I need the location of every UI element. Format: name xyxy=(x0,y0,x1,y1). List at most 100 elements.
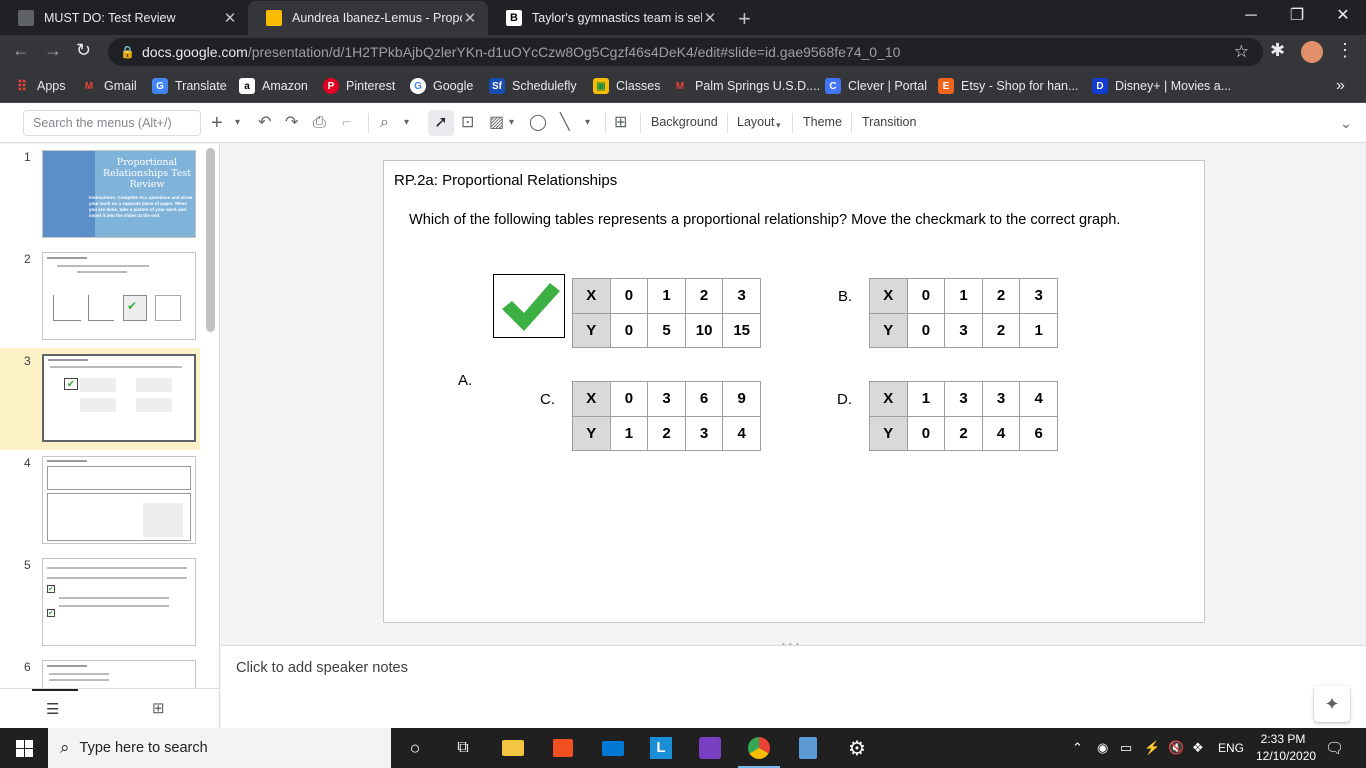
file-explorer-icon[interactable] xyxy=(489,728,537,768)
task-view-icon[interactable]: ⧉ xyxy=(439,728,487,768)
new-tab-icon[interactable]: + xyxy=(738,6,751,32)
current-slide[interactable]: RP.2a: Proportional Relationships Which … xyxy=(383,160,1205,623)
layout-dropdown-icon[interactable]: ▾ xyxy=(776,115,781,135)
bookmark-gmail[interactable]: M Gmail xyxy=(81,76,137,96)
extensions-icon[interactable]: ✱ xyxy=(1270,40,1285,61)
battery-icon[interactable]: ▭ xyxy=(1120,728,1132,768)
clock[interactable]: 2:33 PM 12/10/2020 xyxy=(1256,731,1316,765)
chrome-menu-icon[interactable]: ⋮ xyxy=(1336,40,1354,61)
chrome-icon[interactable] xyxy=(735,728,783,768)
bookmark-pinterest[interactable]: P Pinterest xyxy=(323,76,395,96)
start-button[interactable] xyxy=(0,728,48,768)
checkmark-box[interactable] xyxy=(493,274,565,338)
mail-icon[interactable] xyxy=(589,728,637,768)
label-b[interactable]: B. xyxy=(838,288,852,305)
bookmark-apps[interactable]: ⠿ Apps xyxy=(14,76,66,96)
dropbox-icon[interactable]: ❖ xyxy=(1192,728,1204,768)
filmstrip-scrollbar[interactable] xyxy=(206,148,215,332)
microsoft-store-icon[interactable] xyxy=(539,728,587,768)
line-icon[interactable]: ╲ xyxy=(560,113,570,133)
bookmark-translate[interactable]: G Translate xyxy=(152,76,227,96)
browser-tab-1[interactable]: MUST DO: Test Review ✕ xyxy=(0,0,248,35)
shape-icon[interactable]: ◯ xyxy=(529,113,547,133)
new-slide-icon[interactable]: + xyxy=(211,113,223,133)
table-a[interactable]: X 0 1 2 3 Y 0 5 10 15 xyxy=(572,278,761,348)
undo-icon[interactable]: ↶ xyxy=(258,113,271,133)
bookmark-palm-springs[interactable]: M Palm Springs U.S.D.... xyxy=(672,76,820,96)
label-a[interactable]: A. xyxy=(458,372,472,389)
browser-tab-3[interactable]: B Taylor's gymnastics team is sellin ✕ xyxy=(488,0,728,35)
filmstrip-slide-2[interactable]: 2 ✔ xyxy=(0,246,200,348)
speaker-notes[interactable]: Click to add speaker notes ✦ xyxy=(221,645,1366,728)
table-b[interactable]: X 0 1 2 3 Y 0 3 2 1 xyxy=(869,278,1058,348)
table-d[interactable]: X 1 3 3 4 Y 0 2 4 6 xyxy=(869,381,1058,451)
paint-format-icon[interactable]: ⌐ xyxy=(342,113,351,133)
background-button[interactable]: Background xyxy=(651,115,718,129)
slide-title[interactable]: RP.2a: Proportional Relationships xyxy=(394,172,617,189)
notifications-icon[interactable]: 🗨 xyxy=(1325,728,1344,768)
bookmark-star-icon[interactable]: ☆ xyxy=(1234,38,1249,66)
close-tab-icon[interactable]: ✕ xyxy=(462,9,478,27)
table-c[interactable]: X 0 3 6 9 Y 1 2 3 4 xyxy=(572,381,761,451)
filmstrip-view-icon[interactable]: ☰ xyxy=(46,700,59,718)
volume-muted-icon[interactable]: 🔇 xyxy=(1168,728,1184,768)
gmail-icon: M xyxy=(675,80,685,92)
print-icon[interactable]: ⎙ xyxy=(313,113,326,133)
bookmark-schedulefly[interactable]: Sf Schedulefly xyxy=(489,76,577,96)
forward-icon[interactable]: → xyxy=(44,40,62,61)
image-dropdown-icon[interactable]: ▾ xyxy=(509,113,514,133)
filmstrip-slide-6[interactable]: 6 xyxy=(0,654,200,688)
comment-icon[interactable]: ⊞ xyxy=(614,113,627,133)
transition-button[interactable]: Transition xyxy=(862,115,916,129)
profile-avatar[interactable] xyxy=(1301,41,1323,63)
theme-button[interactable]: Theme xyxy=(803,115,842,129)
filmstrip-slide-3[interactable]: 3 ✔ xyxy=(0,348,200,450)
launcher-l-icon[interactable]: L xyxy=(637,728,685,768)
grid-view-icon[interactable]: ⊞ xyxy=(152,699,165,717)
back-icon[interactable]: ← xyxy=(12,40,30,61)
question-text[interactable]: Which of the following tables represents… xyxy=(409,211,1169,230)
reload-icon[interactable]: ↻ xyxy=(76,40,91,61)
filmstrip-slide-5[interactable]: 5 ✔ ✔ xyxy=(0,552,200,654)
address-bar[interactable]: 🔒 docs.google.com/presentation/d/1H2TPkb… xyxy=(108,38,1263,66)
speaker-notes-placeholder[interactable]: Click to add speaker notes xyxy=(236,660,408,676)
browser-tab-2[interactable]: Aundrea Ibanez-Lemus - Proport ✕ xyxy=(248,1,488,35)
filmstrip-slide-1[interactable]: 1 Proportional Relationships Test Review… xyxy=(0,144,200,246)
explore-button[interactable]: ✦ xyxy=(1314,686,1350,722)
label-c[interactable]: C. xyxy=(540,391,555,408)
language-indicator[interactable]: ENG xyxy=(1218,728,1244,768)
label-d[interactable]: D. xyxy=(837,391,852,408)
taskbar-search[interactable]: ⌕ Type here to search xyxy=(48,728,391,768)
line-dropdown-icon[interactable]: ▾ xyxy=(585,113,590,133)
image-icon[interactable]: ▨ xyxy=(489,113,504,133)
cortana-icon[interactable]: ○ xyxy=(391,728,439,768)
close-window-icon[interactable]: ✕ xyxy=(1320,0,1366,32)
calculator-icon[interactable] xyxy=(784,728,832,768)
bookmark-clever[interactable]: C Clever | Portal xyxy=(825,76,927,96)
text-box-icon[interactable]: ⊡ xyxy=(461,113,474,133)
new-slide-dropdown-icon[interactable]: ▾ xyxy=(235,113,240,133)
zoom-dropdown-icon[interactable]: ▾ xyxy=(404,113,409,133)
tray-chevron-icon[interactable]: ⌃ xyxy=(1072,728,1083,768)
close-tab-icon[interactable]: ✕ xyxy=(222,9,238,27)
layout-button[interactable]: Layout xyxy=(737,115,775,129)
zoom-icon[interactable]: ⌕ xyxy=(380,113,389,133)
more-bookmarks-icon[interactable]: » xyxy=(1336,76,1345,96)
bookmark-disney[interactable]: D Disney+ | Movies a... xyxy=(1092,76,1231,96)
bookmark-google[interactable]: G Google xyxy=(410,76,473,96)
redo-icon[interactable]: ↷ xyxy=(285,113,298,133)
bookmark-etsy[interactable]: E Etsy - Shop for han... xyxy=(938,76,1078,96)
minimize-icon[interactable]: ─ xyxy=(1228,0,1274,32)
collapse-toolbar-icon[interactable]: ⌄ xyxy=(1340,113,1352,133)
network-icon[interactable]: ⚡ xyxy=(1144,728,1160,768)
select-cursor-icon[interactable]: ➚ xyxy=(428,110,454,136)
webcam-icon[interactable]: ◉ xyxy=(1097,728,1108,768)
bookmark-amazon[interactable]: a Amazon xyxy=(239,76,308,96)
app-purple-icon[interactable] xyxy=(686,728,734,768)
menu-search-input[interactable]: Search the menus (Alt+/) xyxy=(23,110,201,136)
filmstrip-slide-4[interactable]: 4 xyxy=(0,450,200,552)
settings-gear-icon[interactable]: ⚙ xyxy=(833,728,881,768)
close-tab-icon[interactable]: ✕ xyxy=(702,9,718,27)
bookmark-classes[interactable]: ▣ Classes xyxy=(593,76,660,96)
restore-icon[interactable]: ❐ xyxy=(1274,0,1320,32)
